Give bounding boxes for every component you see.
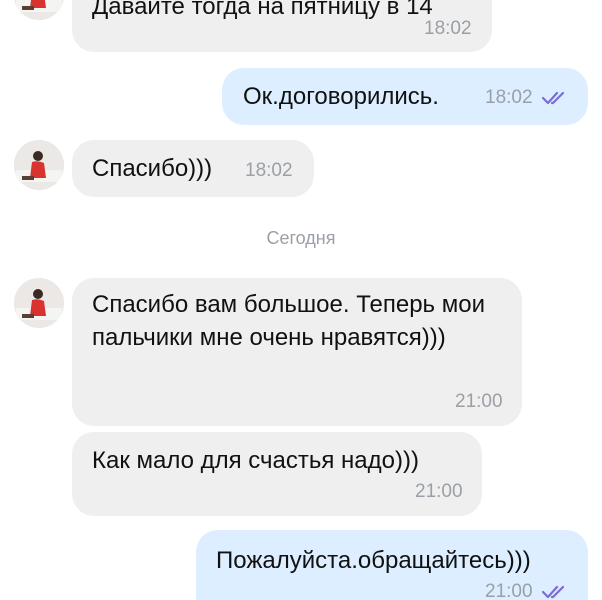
message-text: Спасибо))) — [92, 155, 213, 182]
message-time: 18:02 — [424, 18, 472, 39]
message-bubble[interactable]: Как мало для счастья надо))) 21:00 — [72, 432, 482, 516]
message-text: Ок.договорились. — [243, 83, 439, 110]
message-text: Спасибо вам большое. Теперь мои пальчики… — [92, 291, 492, 351]
message-bubble[interactable]: Ок.договорились. 18:02 — [222, 68, 588, 125]
message-bubble[interactable]: Спасибо))) 18:02 — [72, 140, 314, 197]
contact-avatar[interactable] — [14, 140, 64, 190]
message-time: 21:00 — [415, 481, 463, 502]
message-bubble[interactable]: Спасибо вам большое. Теперь мои пальчики… — [72, 278, 522, 426]
double-check-icon — [542, 585, 565, 599]
message-time: 21:00 — [455, 391, 503, 412]
contact-avatar[interactable] — [14, 278, 64, 328]
double-check-icon — [542, 91, 565, 105]
contact-avatar[interactable] — [14, 0, 64, 20]
message-time: 18:02 — [245, 160, 293, 181]
message-text: Как мало для счастья надо))) — [92, 447, 419, 474]
message-time: 21:00 — [485, 581, 533, 600]
chat-history[interactable]: Давайте тогда на пятницу в 14 18:02 Ок.д… — [0, 0, 602, 600]
date-separator: Сегодня — [266, 228, 336, 248]
message-time: 18:02 — [485, 87, 533, 108]
message-bubble[interactable]: Пожалуйста.обращайтесь))) 21:00 — [196, 530, 588, 600]
message-bubble[interactable]: Давайте тогда на пятницу в 14 18:02 — [72, 0, 492, 52]
message-text: Пожалуйста.обращайтесь))) — [216, 547, 531, 574]
